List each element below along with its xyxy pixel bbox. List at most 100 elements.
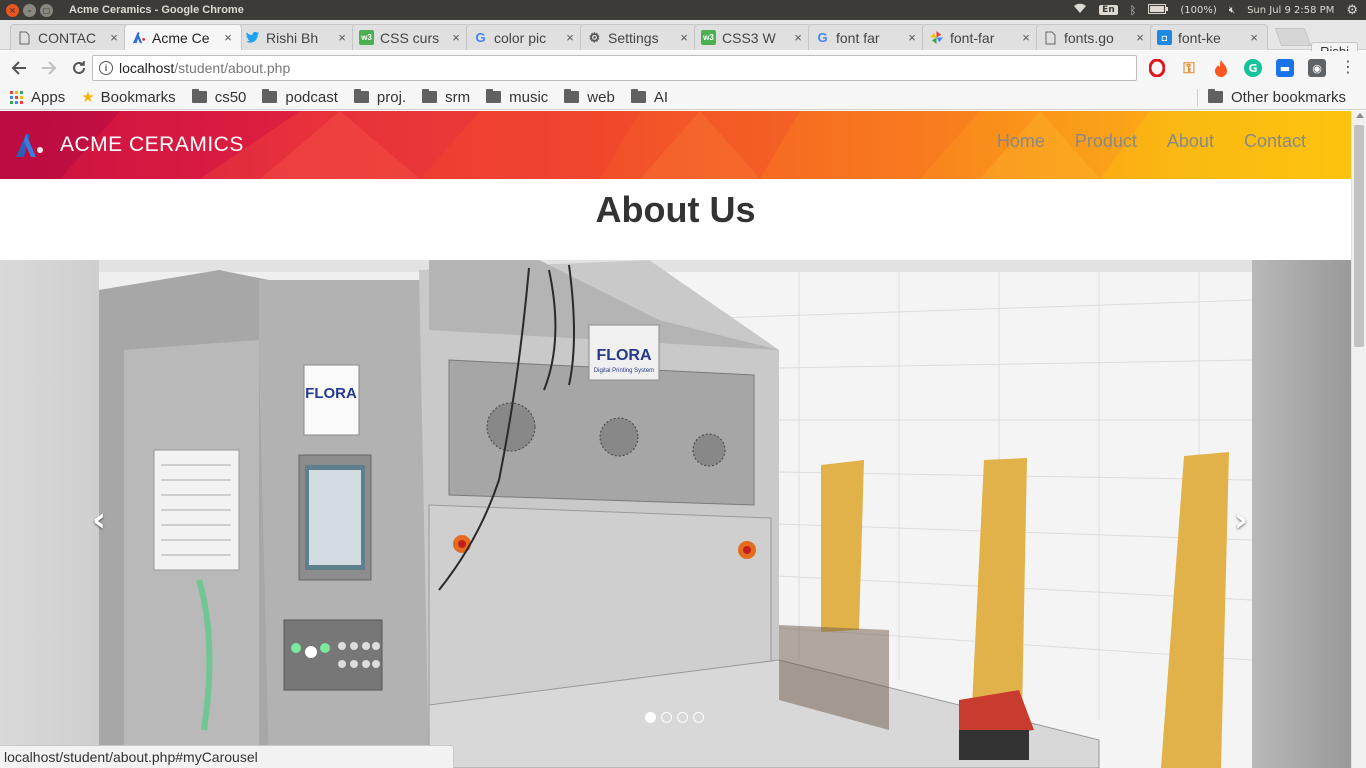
tab-close-icon[interactable]: × xyxy=(221,30,235,45)
forward-arrow-icon[interactable] xyxy=(36,55,62,81)
other-bookmarks[interactable]: Other bookmarks xyxy=(1208,89,1346,106)
bookmark-bookmarks[interactable]: ★ Bookmarks xyxy=(81,88,175,107)
printing-machine-illustration: FLORA FLORA Digital Printing System xyxy=(99,260,1252,768)
browser-tab[interactable]: Rishi Bh × xyxy=(238,24,356,50)
carousel-indicator-dot[interactable] xyxy=(677,712,688,723)
tab-label: CSS3 W xyxy=(722,29,776,46)
folder-icon xyxy=(564,89,580,103)
carousel-indicator-dot[interactable] xyxy=(645,712,656,723)
acme-logo-icon xyxy=(131,30,146,45)
nav-link-contact[interactable]: Contact xyxy=(1244,131,1306,152)
browser-tab[interactable]: font-far × xyxy=(922,24,1040,50)
battery-icon[interactable] xyxy=(1148,3,1169,17)
browser-tab[interactable]: ⚙ Settings × xyxy=(580,24,698,50)
menu-dots-icon[interactable]: ⋮ xyxy=(1340,59,1356,75)
clock[interactable]: Sun Jul 9 2:58 PM xyxy=(1247,5,1334,16)
browser-tab[interactable]: w3 CSS curs × xyxy=(352,24,470,50)
window-minimize-button[interactable]: – xyxy=(23,3,36,17)
tab-close-icon[interactable]: × xyxy=(1247,30,1261,45)
bookmark-label: cs50 xyxy=(214,88,247,106)
keyboard-lang-badge[interactable]: En xyxy=(1099,5,1118,15)
bookmark-folder[interactable]: web xyxy=(564,89,615,106)
wifi-icon[interactable] xyxy=(1073,3,1087,17)
folder-icon xyxy=(262,89,278,103)
tab-close-icon[interactable]: × xyxy=(449,30,463,45)
carousel-indicator-dot[interactable] xyxy=(661,712,672,723)
tab-close-icon[interactable]: × xyxy=(677,30,691,45)
browser-tab[interactable]: ◘ font-ke × xyxy=(1150,24,1268,50)
site-nav-links: Home Product About Contact xyxy=(997,131,1306,152)
page-scrollbar[interactable] xyxy=(1351,111,1366,768)
browser-tab[interactable]: fonts.go × xyxy=(1036,24,1154,50)
document-icon xyxy=(17,30,32,45)
bookmarks-divider xyxy=(1197,89,1198,106)
bookmark-folder[interactable]: srm xyxy=(422,89,470,106)
scroll-thumb[interactable] xyxy=(1354,125,1364,347)
carousel-prev-arrow-icon[interactable]: ‹ xyxy=(92,500,106,540)
new-tab-button[interactable] xyxy=(1274,28,1312,46)
bookmark-label: AI xyxy=(653,88,668,106)
image-carousel: FLORA FLORA Digital Printing System ‹ › xyxy=(0,260,1351,768)
pin-icon[interactable]: ◉ xyxy=(1308,59,1326,77)
window-close-button[interactable]: × xyxy=(6,3,19,17)
info-icon[interactable]: i xyxy=(99,61,113,75)
browser-tab-active[interactable]: Acme Ce × xyxy=(124,24,242,50)
tab-label: font-far xyxy=(950,29,995,46)
url-path: /student/about.php xyxy=(174,60,291,76)
brand-link[interactable]: ACME CERAMICS xyxy=(14,131,244,159)
site-navbar: ACME CERAMICS Home Product About Contact xyxy=(0,111,1351,179)
star-icon: ★ xyxy=(81,89,95,106)
carousel-indicator-dot[interactable] xyxy=(693,712,704,723)
machine-subtitle: Digital Printing System xyxy=(594,368,654,374)
volume-muted-icon[interactable]: 🔇︎ xyxy=(1229,5,1235,16)
flame-icon[interactable] xyxy=(1212,59,1230,77)
tab-close-icon[interactable]: × xyxy=(563,30,577,45)
browser-tab[interactable]: G font far × xyxy=(808,24,926,50)
acme-logo-icon xyxy=(16,134,43,157)
browser-tab[interactable]: w3 CSS3 W × xyxy=(694,24,812,50)
bookmark-folder[interactable]: proj. xyxy=(353,88,407,106)
window-maximize-button[interactable]: ▢ xyxy=(40,3,53,17)
tab-close-icon[interactable]: × xyxy=(1019,30,1033,45)
bookmark-apps[interactable]: Apps xyxy=(10,89,65,106)
tab-close-icon[interactable]: × xyxy=(335,30,349,45)
browser-tab[interactable]: G color pic × xyxy=(466,24,584,50)
bookmark-folder[interactable]: music xyxy=(486,89,548,106)
bluetooth-icon[interactable]: ᛒ xyxy=(1130,4,1137,17)
tab-strip: CONTAC × Acme Ce × Rishi Bh × w3 CSS cur… xyxy=(0,20,1366,62)
carousel-indicators xyxy=(645,712,704,723)
back-arrow-icon[interactable] xyxy=(6,55,32,81)
nav-link-home[interactable]: Home xyxy=(997,131,1045,152)
bookmark-label: music xyxy=(509,88,549,106)
pinwheel-icon xyxy=(929,30,944,45)
tab-label: font-ke xyxy=(1178,29,1221,46)
bookmark-folder[interactable]: podcast xyxy=(262,89,338,106)
bookmark-folder[interactable]: AI xyxy=(630,88,668,106)
browser-tab[interactable]: CONTAC × xyxy=(10,24,128,50)
url-host: localhost xyxy=(119,60,175,76)
tab-label: Rishi Bh xyxy=(266,29,319,46)
w3schools-icon: w3 xyxy=(701,30,716,45)
bookmark-folder[interactable]: cs50 xyxy=(191,88,247,106)
tab-label: CSS curs xyxy=(380,29,440,46)
address-bar[interactable]: i localhost/student/about.php xyxy=(92,55,1137,81)
nav-link-product[interactable]: Product xyxy=(1075,131,1137,152)
settings-gear-icon[interactable]: ⚙ xyxy=(1346,3,1358,18)
carousel-slide-image: FLORA FLORA Digital Printing System xyxy=(99,260,1252,768)
carousel-next-arrow-icon[interactable]: › xyxy=(1234,500,1248,540)
tab-close-icon[interactable]: × xyxy=(1133,30,1147,45)
tab-close-icon[interactable]: × xyxy=(905,30,919,45)
apps-grid-icon xyxy=(10,90,23,104)
extension-icons: ⚿ G ▬ ◉ xyxy=(1148,59,1326,77)
bookmark-label: proj. xyxy=(376,88,407,106)
grammarly-icon[interactable]: G xyxy=(1244,59,1262,77)
bookmark-label: podcast xyxy=(285,88,338,106)
reload-icon[interactable] xyxy=(66,55,92,81)
tab-close-icon[interactable]: × xyxy=(107,30,121,45)
scroll-up-arrow-icon[interactable] xyxy=(1356,113,1364,118)
chat-icon[interactable]: ▬ xyxy=(1276,59,1294,77)
nav-link-about[interactable]: About xyxy=(1167,131,1214,152)
rss-key-icon[interactable]: ⚿ xyxy=(1180,59,1198,77)
tab-close-icon[interactable]: × xyxy=(791,30,805,45)
opera-icon[interactable] xyxy=(1148,59,1166,77)
